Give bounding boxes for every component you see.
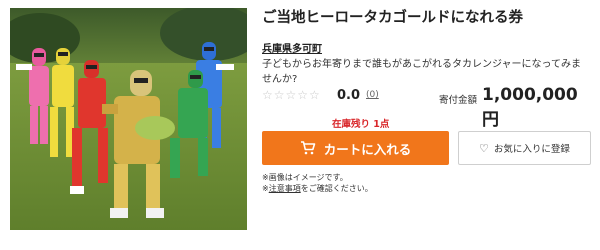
cart-icon	[300, 141, 316, 155]
seller-link[interactable]: 兵庫県多可町	[262, 40, 322, 55]
caution-link[interactable]: 注意事項	[269, 184, 301, 193]
product-image[interactable]	[10, 8, 247, 230]
hero-photo-illustration	[10, 8, 247, 230]
add-favorite-button[interactable]: ♡ お気に入りに登録	[458, 131, 591, 165]
add-to-cart-button[interactable]: カートに入れる	[262, 131, 449, 165]
star-outline-icon: ☆☆☆☆☆	[262, 88, 321, 102]
stock-remaining: 在庫残り 1点	[332, 119, 390, 130]
rating-value: 0.0	[337, 88, 361, 103]
heart-outline-icon: ♡	[479, 141, 489, 155]
review-count-link[interactable]: (0)	[366, 90, 379, 100]
product-title: ご当地ヒーロータカゴールドになれる券	[262, 10, 523, 26]
product-info: ご当地ヒーロータカゴールドになれる券 兵庫県多可町 子どもからお年寄りまで誰もが…	[262, 0, 592, 250]
caution-suffix: をご確認ください。	[300, 184, 373, 193]
product-description: 子どもからお年寄りまで誰もがあこがれるタカレンジャーになってみませんか?	[262, 59, 581, 85]
rating-row: ☆☆☆☆☆ 0.0 (0) 寄付金額 1,000,000円	[262, 85, 592, 130]
price-value: 1,000,000円	[482, 85, 578, 130]
add-to-cart-label: カートに入れる	[323, 141, 412, 157]
caution-prefix: ※	[262, 184, 269, 193]
add-favorite-label: お気に入りに登録	[493, 144, 570, 155]
image-note: ※画像はイメージです。	[262, 173, 348, 182]
price-label: 寄付金額	[439, 95, 478, 106]
caution-note: ※注意事項をご確認ください。	[262, 183, 373, 194]
